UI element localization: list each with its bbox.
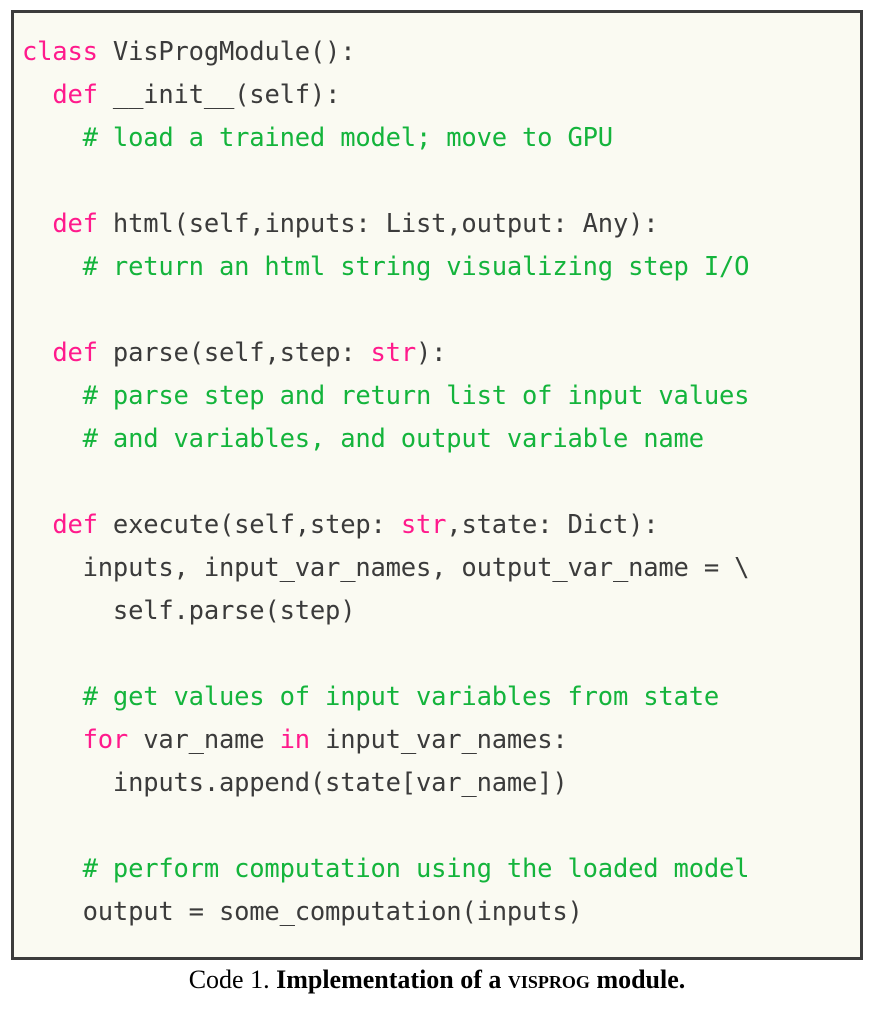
code-token-pl: execute(self,step:: [97, 510, 401, 540]
code-token-pl: inputs.append(state[var_name]): [22, 768, 568, 798]
code-line: # parse step and return list of input va…: [22, 375, 860, 418]
code-line: def __init__(self):: [22, 74, 860, 117]
code-listing-content: class VisProgModule(): def __init__(self…: [14, 13, 860, 957]
code-token-kw: class: [22, 37, 98, 67]
code-token-kw: def: [52, 209, 98, 239]
code-figure: class VisProgModule(): def __init__(self…: [0, 0, 874, 1012]
code-token-cm: # perform computation using the loaded m…: [22, 854, 750, 884]
code-token-kw: str: [370, 338, 417, 368]
code-token-kw: str: [400, 510, 447, 540]
code-token-kw: in: [279, 725, 311, 755]
figure-caption: Code 1. Implementation of a VisProg modu…: [0, 963, 874, 997]
code-line: # and variables, and output variable nam…: [22, 418, 860, 461]
code-token-pl: parse(self,step:: [97, 338, 371, 368]
code-token-cm: # parse step and return list of input va…: [22, 381, 750, 411]
code-token-pl: __init__(self):: [97, 80, 341, 110]
code-token-pl: var_name: [128, 725, 280, 755]
code-line: for var_name in input_var_names:: [22, 719, 860, 762]
code-token-kw: def: [52, 510, 98, 540]
code-line: def execute(self,step: str,state: Dict):: [22, 504, 860, 547]
code-token-pl: VisProgModule():: [97, 37, 356, 67]
code-listing-box: class VisProgModule(): def __init__(self…: [11, 10, 863, 960]
code-line: self.parse(step): [22, 590, 860, 633]
code-line: # load a trained model; move to GPU: [22, 117, 860, 160]
code-line: inputs, input_var_names, output_var_name…: [22, 547, 860, 590]
code-token-pl: self.parse(step): [22, 596, 356, 626]
code-line: output = some_computation(inputs): [22, 891, 860, 934]
code-line: # get values of input variables from sta…: [22, 676, 860, 719]
code-token-cm: # get values of input variables from sta…: [22, 682, 720, 712]
code-token-cm: # load a trained model; move to GPU: [22, 123, 614, 153]
caption-body-after: module.: [589, 965, 686, 994]
code-token-cm: # and variables, and output variable nam…: [22, 424, 704, 454]
caption-label: Code 1.: [188, 965, 270, 994]
code-token-pl: html(self,inputs: List,output: Any):: [97, 209, 659, 239]
code-token-kw: def: [52, 80, 98, 110]
code-token-kw: for: [82, 725, 129, 755]
code-line: inputs.append(state[var_name]): [22, 762, 860, 805]
code-token-pl: output = some_computation(inputs): [22, 897, 583, 927]
code-line: class VisProgModule():: [22, 31, 860, 74]
code-token-pl: inputs, input_var_names, output_var_name…: [22, 553, 750, 583]
code-token-cm: # return an html string visualizing step…: [22, 252, 750, 282]
code-line: def parse(self,step: str):: [22, 332, 860, 375]
code-token-pl: input_var_names:: [309, 725, 568, 755]
caption-body-before: Implementation of a: [276, 965, 508, 994]
code-line: # return an html string visualizing step…: [22, 246, 860, 289]
code-token-pl: ,state: Dict):: [446, 510, 659, 540]
code-line: # perform computation using the loaded m…: [22, 848, 860, 891]
code-line: def html(self,inputs: List,output: Any):: [22, 203, 860, 246]
caption-acronym: VisProg: [507, 965, 590, 994]
code-token-kw: def: [52, 338, 98, 368]
code-token-pl: ):: [416, 338, 447, 368]
